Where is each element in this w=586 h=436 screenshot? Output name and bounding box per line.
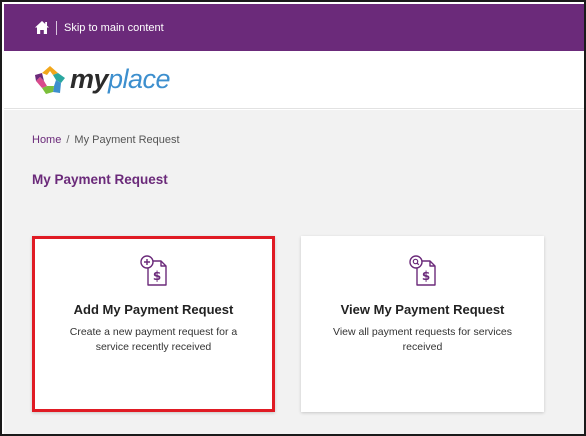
svg-text:$: $ xyxy=(152,269,160,283)
view-payment-request-card[interactable]: $ View My Payment Request View all payme… xyxy=(301,236,544,412)
skip-to-main-content-link[interactable]: Skip to main content xyxy=(64,22,164,34)
myplace-logo-icon xyxy=(35,65,65,94)
myplace-logo[interactable]: myplace xyxy=(32,63,171,97)
add-payment-request-description: Create a new payment request for a servi… xyxy=(69,326,238,353)
page-title: My Payment Request xyxy=(32,172,168,187)
view-payment-request-title: View My Payment Request xyxy=(340,302,505,317)
breadcrumb-home-link[interactable]: Home xyxy=(32,134,61,146)
topbar-divider xyxy=(56,20,57,35)
add-payment-document-icon: $ xyxy=(139,255,167,286)
breadcrumb-separator: / xyxy=(66,134,70,146)
home-icon[interactable] xyxy=(34,20,50,36)
myplace-logo-text: myplace xyxy=(70,64,171,94)
breadcrumb-current: My Payment Request xyxy=(74,134,180,146)
search-payment-document-icon: $ xyxy=(408,255,436,286)
view-payment-request-description: View all payment requests for services r… xyxy=(333,326,512,353)
site-header: myplace xyxy=(4,51,584,109)
utility-bar: Skip to main content xyxy=(4,4,584,51)
svg-text:$: $ xyxy=(421,269,429,283)
app-frame: Skip to main content myplace Home / My Pay… xyxy=(0,0,586,436)
add-payment-request-card[interactable]: $ Add My Payment Request Create a new pa… xyxy=(32,236,275,412)
breadcrumb: Home / My Payment Request xyxy=(32,134,180,146)
add-payment-request-title: Add My Payment Request xyxy=(73,302,234,317)
main-content: Home / My Payment Request My Payment Reque… xyxy=(4,110,584,434)
